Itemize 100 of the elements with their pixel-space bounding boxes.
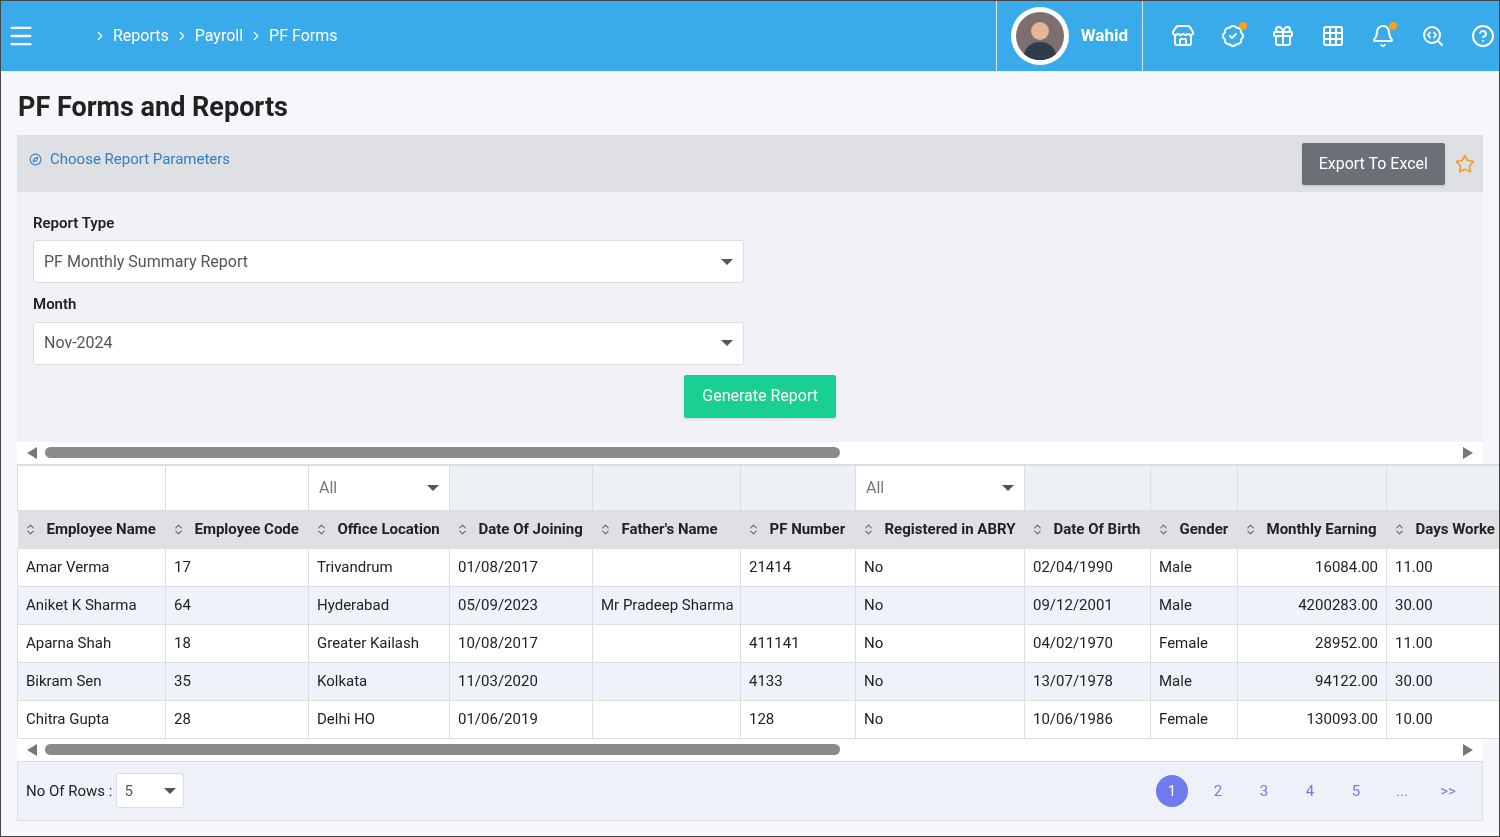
table-cell: Aniket K Sharma xyxy=(17,586,166,625)
toolbar-button[interactable] xyxy=(1271,24,1295,48)
toolbar-button[interactable] xyxy=(1221,24,1245,48)
field-label: Report Type xyxy=(33,212,116,234)
rows-per-page-dropdown[interactable]: 5 xyxy=(116,773,185,809)
grid-icon xyxy=(1321,24,1345,48)
table-cell: 94122.00 xyxy=(1237,662,1387,701)
toolbar-button[interactable] xyxy=(1471,24,1495,48)
page-link[interactable]: >> xyxy=(1432,774,1464,807)
caret-icon xyxy=(721,258,733,265)
scroll-left-arrow-icon[interactable] xyxy=(27,743,37,756)
table-cell: 10/08/2017 xyxy=(449,624,593,663)
table-cell: 10/06/1986 xyxy=(1024,700,1151,739)
compass-icon xyxy=(29,152,42,166)
filter-dropdown[interactable]: All xyxy=(309,475,449,500)
caret-icon xyxy=(1002,484,1014,491)
column-header[interactable]: Gender xyxy=(1150,510,1238,549)
table-cell: No xyxy=(855,586,1025,625)
page-title: PF Forms and Reports xyxy=(18,91,289,125)
table-cell: No xyxy=(855,662,1025,701)
table-cell: No xyxy=(855,700,1025,739)
column-header[interactable]: Date Of Birth xyxy=(1024,510,1151,549)
field-label: Month xyxy=(33,294,78,316)
table-cell: 11/03/2020 xyxy=(449,662,593,701)
table-cell: Hyderabad xyxy=(308,586,450,625)
user-name[interactable]: Wahid xyxy=(1080,23,1128,49)
page-link[interactable]: 2 xyxy=(1202,774,1234,807)
table-cell: 18 xyxy=(165,624,309,663)
verified-badge-icon xyxy=(1221,24,1245,48)
column-header[interactable]: Father's Name xyxy=(592,510,741,549)
page-link[interactable]: 1 xyxy=(1156,774,1188,807)
table-cell: Delhi HO xyxy=(308,700,450,739)
breadcrumb-link[interactable]: Payroll xyxy=(194,24,244,48)
scrollbar-thumb[interactable] xyxy=(45,744,840,756)
dropdown-field[interactable]: Nov-2024 xyxy=(33,321,744,365)
export-button[interactable]: Export To Excel xyxy=(1301,142,1445,185)
toolbar-button[interactable] xyxy=(1171,24,1195,48)
table-cell: Chitra Gupta xyxy=(17,700,166,739)
column-header[interactable]: Days Worke xyxy=(1386,510,1499,549)
column-header[interactable]: Employee Code xyxy=(165,510,309,549)
table-cell: 128 xyxy=(740,700,856,739)
person-silhouette-icon xyxy=(1015,12,1064,60)
column-header[interactable]: Date Of Joining xyxy=(449,510,593,549)
table-cell: 13/07/1978 xyxy=(1024,662,1151,701)
table-cell: 11.00 xyxy=(1386,548,1499,587)
page-link[interactable]: 5 xyxy=(1340,774,1372,807)
breadcrumb-link[interactable]: Reports xyxy=(113,24,169,48)
table-cell: 28 xyxy=(165,700,309,739)
table-cell: 17 xyxy=(165,548,309,587)
scroll-left-arrow-icon[interactable] xyxy=(27,446,37,459)
scroll-right-arrow-icon[interactable] xyxy=(1463,446,1473,459)
table-cell: 02/04/1990 xyxy=(1024,548,1151,587)
toolbar-button[interactable] xyxy=(1421,24,1445,48)
page-link[interactable]: 4 xyxy=(1294,774,1326,807)
column-header[interactable]: Registered in ABRY xyxy=(855,510,1025,549)
column-header[interactable]: PF Number xyxy=(740,510,856,549)
table-cell: Male xyxy=(1150,586,1238,625)
table-cell: 05/09/2023 xyxy=(449,586,593,625)
column-header[interactable]: Employee Name xyxy=(17,510,166,549)
table-cell: Female xyxy=(1150,700,1238,739)
dropdown-field[interactable]: PF Monthly Summary Report xyxy=(33,240,744,284)
avatar[interactable] xyxy=(1010,7,1069,65)
column-header[interactable]: Monthly Earning xyxy=(1237,510,1387,549)
table-cell: Female xyxy=(1150,624,1238,663)
bell-icon xyxy=(1371,24,1395,48)
filter-dropdown[interactable]: All xyxy=(856,475,1024,500)
caret-icon xyxy=(164,787,177,794)
table-cell: 411141 xyxy=(740,624,856,663)
breadcrumb-link[interactable]: PF Forms xyxy=(269,24,338,48)
table-cell: 16084.00 xyxy=(1237,548,1387,587)
table-cell: Amar Verma xyxy=(17,548,166,587)
table-cell: 130093.00 xyxy=(1237,700,1387,739)
search-icon xyxy=(1421,24,1445,48)
choose-parameters-link[interactable]: Choose Report Parameters xyxy=(29,147,231,171)
table-cell: 01/06/2019 xyxy=(449,700,593,739)
gift-icon xyxy=(1271,24,1295,48)
table-cell: 04/02/1970 xyxy=(1024,624,1151,663)
scrollbar-thumb[interactable] xyxy=(45,447,840,459)
table-cell: 21414 xyxy=(740,548,856,587)
table-cell: 64 xyxy=(165,586,309,625)
table-cell: 09/12/2001 xyxy=(1024,586,1151,625)
caret-icon xyxy=(721,340,733,347)
table-cell: 35 xyxy=(165,662,309,701)
scroll-right-arrow-icon[interactable] xyxy=(1463,743,1473,756)
page-link[interactable]: 3 xyxy=(1248,774,1280,807)
toolbar-button[interactable] xyxy=(1321,24,1345,48)
table-cell: 28952.00 xyxy=(1237,624,1387,663)
table-cell: Kolkata xyxy=(308,662,450,701)
toolbar-button[interactable] xyxy=(1371,24,1395,48)
page-link[interactable]: ... xyxy=(1386,774,1418,807)
help-icon xyxy=(1471,24,1495,48)
table-cell: No xyxy=(855,548,1025,587)
table-cell: Bikram Sen xyxy=(17,662,166,701)
rows-label: No Of Rows : xyxy=(26,780,113,802)
table-cell: Greater Kailash xyxy=(308,624,450,663)
table-cell: Trivandrum xyxy=(308,548,450,587)
table-cell: 4200283.00 xyxy=(1237,586,1387,625)
table-cell: Male xyxy=(1150,662,1238,701)
star-icon[interactable] xyxy=(1455,153,1475,174)
column-header[interactable]: Office Location xyxy=(308,510,450,549)
